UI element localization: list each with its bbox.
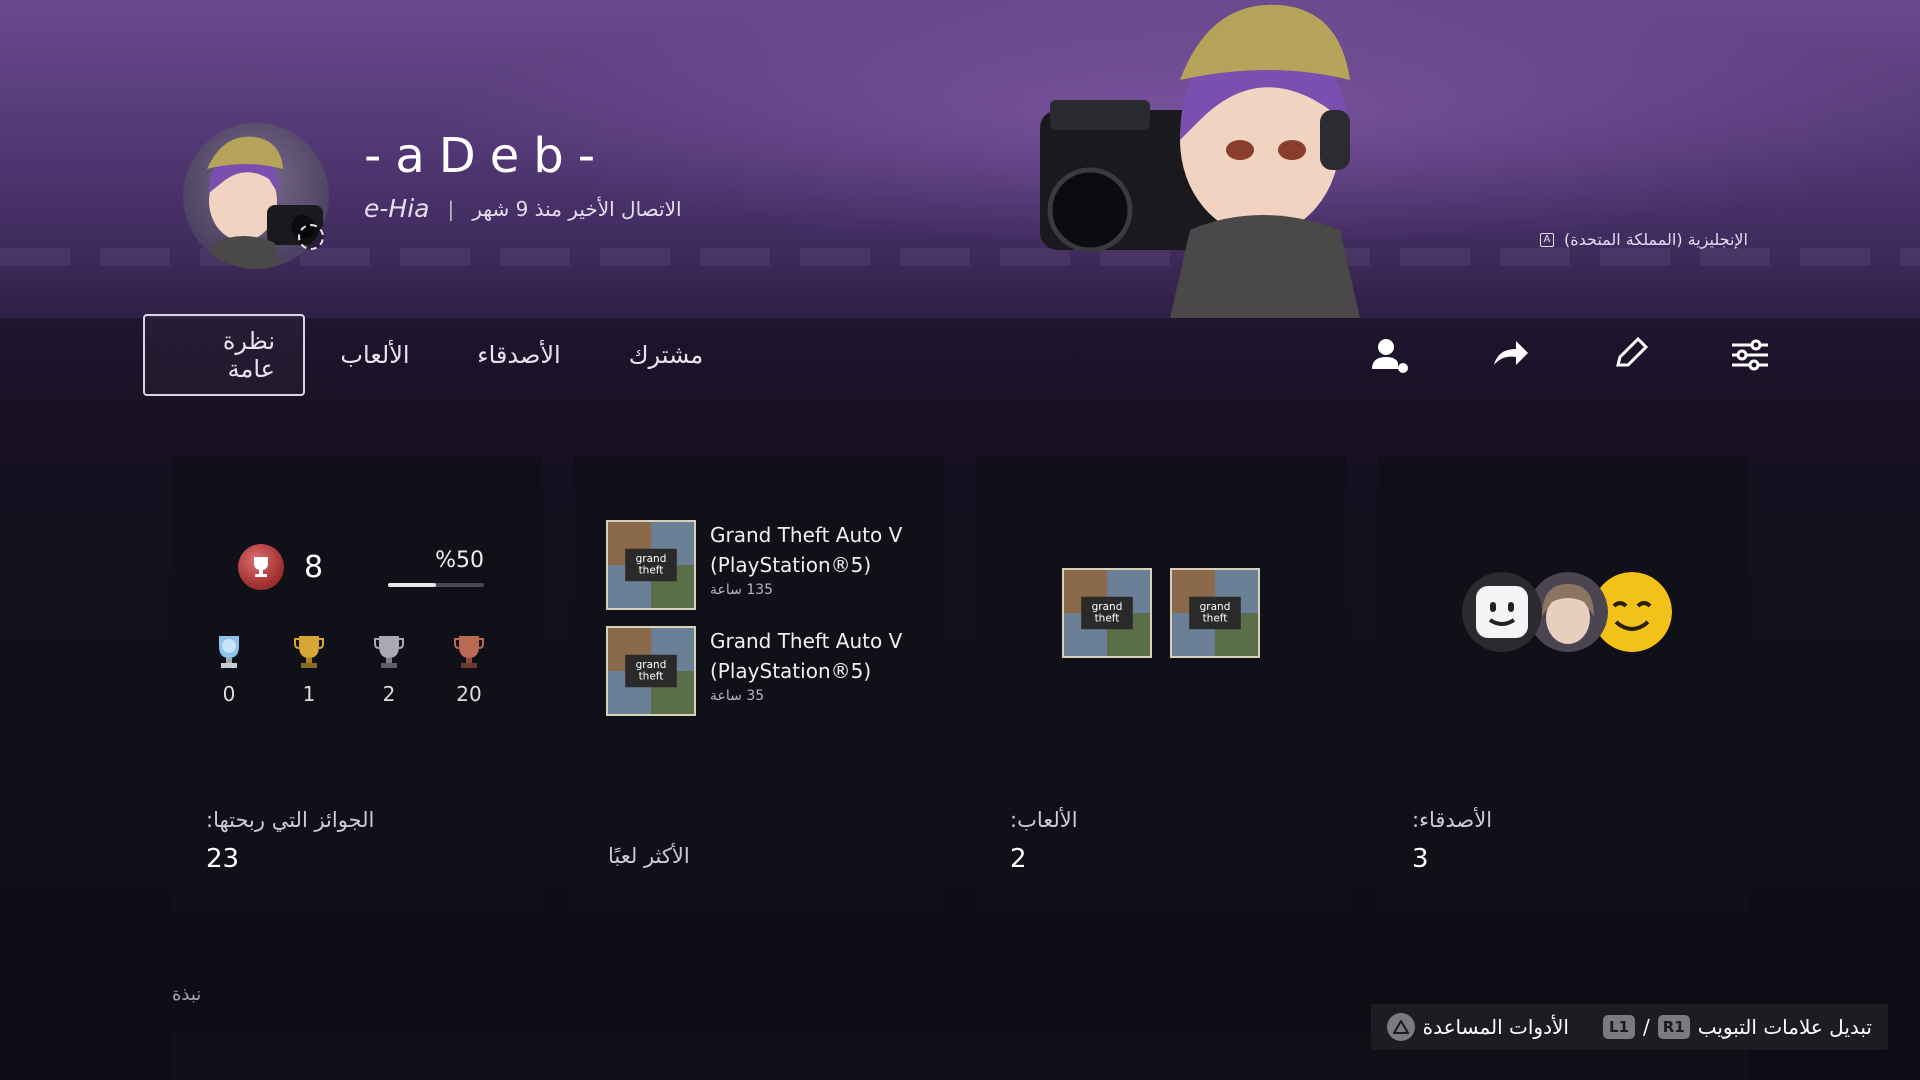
real-name: e-Hia — [364, 194, 430, 223]
gta-v-cover-icon: grand theft — [606, 520, 696, 610]
gta-v-cover-icon: grand theft — [1170, 568, 1260, 658]
most-played-game: grand theft Grand Theft Auto V (PlayStat… — [606, 626, 902, 716]
online-id: -aDeb- — [364, 128, 610, 184]
svg-text:grand: grand — [636, 553, 667, 565]
hint-slash: / — [1642, 1015, 1650, 1039]
last-online: الاتصال الأخير منذ 9 شهر — [472, 196, 682, 221]
profile-tabs: نظرة عامة الألعاب الأصدقاء مشترك — [143, 314, 739, 396]
friend-avatar — [1462, 572, 1542, 652]
game-hours: 35 ساعة — [710, 688, 765, 704]
share-icon — [1494, 341, 1528, 365]
profile-subline: e-Hia | الاتصال الأخير منذ 9 شهر — [364, 194, 682, 223]
svg-text:theft: theft — [1095, 613, 1120, 625]
gold-trophy-icon — [294, 636, 324, 668]
gta-v-cover-icon: grand theft — [606, 626, 696, 716]
svg-text:grand: grand — [1200, 601, 1231, 613]
game-platform: (PlayStation®5) — [710, 553, 872, 577]
banner-character-art — [1040, 4, 1360, 318]
friends-avatars — [1462, 572, 1672, 652]
about-label: نبذة — [172, 984, 202, 1005]
platinum-count: 0 — [222, 682, 236, 706]
most-played-label: الأكثر لعبًا — [608, 844, 690, 868]
trophy-level: 8 — [238, 544, 323, 590]
trophies-earned-label: الجوائز التي ربحتها: — [206, 808, 375, 832]
r1-button-icon: R1 — [1657, 1015, 1690, 1039]
most-played-card[interactable]: grand theft Grand Theft Auto V (PlayStat… — [574, 456, 944, 912]
tab-games[interactable]: الألعاب — [305, 314, 445, 396]
language-label: الإنجليزية (المملكة المتحدة) — [1563, 230, 1748, 249]
level-progress: %50 — [388, 548, 484, 587]
gold-count: 1 — [302, 682, 316, 706]
bronze-trophy: 20 — [452, 634, 486, 706]
trophy-level-badge — [238, 544, 284, 590]
gold-trophy: 1 — [292, 634, 326, 706]
l1-button-icon: L1 — [1602, 1015, 1635, 1039]
add-friend-icon — [1372, 339, 1408, 373]
triangle-button-icon — [1386, 1013, 1415, 1041]
most-played-game-info: Grand Theft Auto V (PlayStation®5) 35 سا… — [710, 626, 902, 716]
friends-label: الأصدقاء: — [1412, 808, 1493, 832]
svg-text:theft: theft — [639, 671, 664, 683]
games-card[interactable]: grand theft grand theft الألعاب: 2 — [976, 456, 1346, 912]
separator: | — [447, 196, 455, 221]
friends-card[interactable]: الأصدقاء: 3 — [1378, 456, 1748, 912]
silver-trophy: 2 — [372, 634, 406, 706]
gta-v-cover-icon: grand theft — [1062, 568, 1152, 658]
games-count: 2 — [1010, 844, 1027, 874]
trophy-icon — [254, 557, 268, 577]
switch-tabs-hint: تبديل علامات التبويب R1 / L1 — [1602, 1015, 1872, 1039]
translate-icon: A — [1539, 232, 1554, 247]
game-platform: (PlayStation®5) — [710, 659, 872, 683]
games-label: الألعاب: — [1010, 808, 1078, 832]
trophies-earned-total: 23 — [206, 844, 240, 874]
level-progress-label: %50 — [435, 548, 484, 573]
tab-friends[interactable]: الأصدقاء — [445, 314, 593, 396]
trophies-card[interactable]: 8 %50 0 1 2 20 الجوائز التي ربحتها: 23 — [172, 456, 542, 912]
most-played-game: grand theft Grand Theft Auto V (PlayStat… — [606, 520, 902, 610]
edit-profile-button[interactable] — [1610, 330, 1650, 380]
trophy-counts: 0 1 2 20 — [212, 634, 486, 706]
tab-shared[interactable]: مشترك — [593, 314, 739, 396]
games-thumbnails: grand theft grand theft — [1062, 568, 1260, 658]
profile-settings-button[interactable] — [1730, 330, 1770, 380]
svg-text:grand: grand — [1092, 601, 1123, 613]
share-button[interactable] — [1490, 330, 1530, 380]
svg-text:theft: theft — [1203, 613, 1228, 625]
controller-hints: تبديل علامات التبويب R1 / L1 الأدوات الم… — [1370, 1004, 1888, 1050]
silver-count: 2 — [382, 682, 396, 706]
platinum-trophy-icon — [219, 636, 239, 668]
edit-icon — [1616, 336, 1649, 367]
silver-trophy-icon — [374, 636, 404, 668]
most-played-game-info: Grand Theft Auto V (PlayStation®5) 135 س… — [710, 520, 902, 610]
game-title: Grand Theft Auto V — [710, 523, 903, 547]
bronze-trophy-icon — [454, 636, 484, 668]
svg-text:grand: grand — [636, 659, 667, 671]
trophy-level-number: 8 — [304, 549, 324, 585]
tab-overview[interactable]: نظرة عامة — [143, 314, 305, 396]
accessibility-label: الأدوات المساعدة — [1422, 1015, 1569, 1039]
language-indicator: الإنجليزية (المملكة المتحدة) A — [1539, 230, 1748, 249]
bronze-count: 20 — [456, 682, 482, 706]
friends-count: 3 — [1412, 844, 1429, 874]
game-title: Grand Theft Auto V — [710, 629, 903, 653]
platinum-trophy: 0 — [212, 634, 246, 706]
settings-sliders-icon — [1732, 339, 1768, 371]
level-progress-fill — [388, 583, 436, 587]
level-progress-bar — [388, 583, 484, 587]
profile-actions — [1370, 330, 1770, 380]
add-friend-button[interactable] — [1370, 330, 1410, 380]
accessibility-hint: الأدوات المساعدة — [1386, 1013, 1569, 1041]
status-indicator — [298, 224, 324, 250]
switch-tabs-label: تبديل علامات التبويب — [1697, 1015, 1872, 1039]
robot-face-icon — [1462, 572, 1542, 652]
game-hours: 135 ساعة — [710, 582, 774, 598]
svg-text:theft: theft — [639, 565, 664, 577]
